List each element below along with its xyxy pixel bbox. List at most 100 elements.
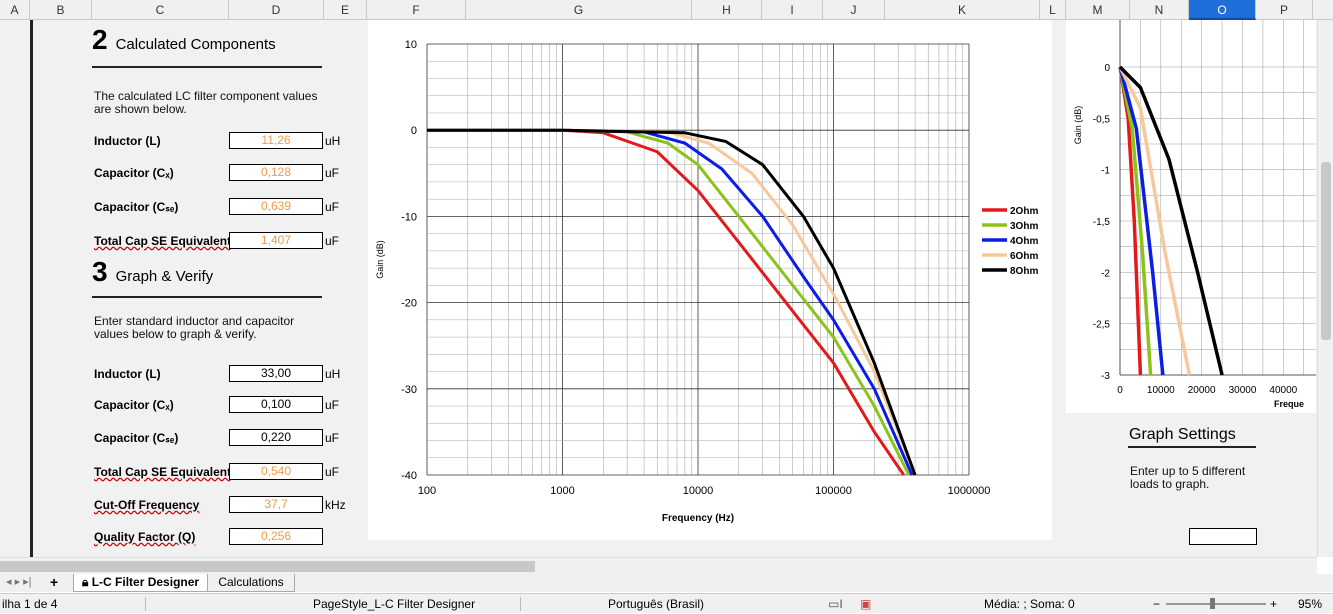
section3-value-cell-2[interactable]: 0,220 <box>229 429 323 446</box>
y-tick-label: -2 <box>1101 268 1110 279</box>
y-axis-label: Gain (dB) <box>1073 106 1083 145</box>
y-axis-label: Gain (dB) <box>375 240 385 279</box>
column-header-n[interactable]: N <box>1130 0 1189 20</box>
vertical-scroll-thumb[interactable] <box>1321 162 1331 340</box>
left-border <box>30 20 33 557</box>
y-tick-label: -10 <box>401 211 417 223</box>
section3-label-4: Cut-Off Frequency <box>94 498 200 512</box>
column-header-k[interactable]: K <box>885 0 1040 20</box>
section3-unit-2: uF <box>325 431 340 445</box>
status-bar: ilha 1 de 4 PageStyle_L-C Filter Designe… <box>0 593 1333 613</box>
tab-calculations[interactable]: Calculations <box>207 574 295 592</box>
column-header-b[interactable]: B <box>30 0 92 20</box>
section3-value-cell-0[interactable]: 33,00 <box>229 365 323 382</box>
column-header-d[interactable]: D <box>229 0 324 20</box>
section3-unit-4: kHz <box>325 498 346 512</box>
section2-label-0: Inductor (L) <box>94 134 161 148</box>
y-tick-label: -1 <box>1101 166 1110 177</box>
y-tick-label: -20 <box>401 298 417 310</box>
column-header-g[interactable]: G <box>466 0 692 20</box>
spreadsheet-area[interactable]: 2 Calculated Components The calculated LC… <box>0 20 1317 557</box>
horizontal-scrollbar[interactable] <box>0 557 1317 574</box>
column-header-f[interactable]: F <box>367 0 466 20</box>
section3-title: 3 Graph & Verify <box>92 256 214 287</box>
section2-unit-2: uF <box>325 200 340 214</box>
zoom-slider-handle[interactable] <box>1210 598 1215 609</box>
section2-label-2: Capacitor (Cₛₑ) <box>94 200 179 214</box>
section3-description: Enter standard inductor and capacitor val… <box>94 314 295 341</box>
legend-label-4ohm: 4Ohm <box>1010 236 1038 247</box>
section3-value-cell-5[interactable]: 0,256 <box>229 528 323 545</box>
section2-value-cell-3[interactable]: 1,407 <box>229 232 323 249</box>
section2-value-cell-2[interactable]: 0,639 <box>229 198 323 215</box>
column-header-e[interactable]: E <box>324 0 367 20</box>
column-header-j[interactable]: J <box>823 0 885 20</box>
zoom-level[interactable]: 95% <box>1298 594 1322 614</box>
column-header-bar: ABCDEFGHIJKLMNOP <box>0 0 1333 20</box>
bode-chart[interactable]: 10 0 -10 -20 -30 -40 100 1000 10000 100000 1000000… <box>368 20 1052 540</box>
section3-value-cell-3[interactable]: 0,540 <box>229 463 323 480</box>
tab-lc-filter-designer[interactable]: 🔒︎ L-C Filter Designer <box>73 574 209 592</box>
status-sheet: ilha 1 de 4 <box>2 597 58 611</box>
y-tick-label: 0 <box>411 125 417 137</box>
section2-rule <box>92 66 322 68</box>
section3-value-cell-4[interactable]: 37,7 <box>229 496 323 513</box>
legend-label-2ohm: 2Ohm <box>1010 206 1038 217</box>
section3-rule <box>92 296 322 298</box>
y-tick-label: -2,5 <box>1093 320 1111 331</box>
x-tick-label: 10000 <box>683 485 714 497</box>
section2-title: 2 Calculated Components <box>92 24 276 55</box>
column-header-a[interactable]: A <box>0 0 30 20</box>
section2-value-cell-1[interactable]: 0,128 <box>229 164 323 181</box>
x-tick-label: 20000 <box>1188 385 1216 396</box>
section3-unit-3: uF <box>325 465 340 479</box>
legend-label-8ohm: 8Ohm <box>1010 266 1038 277</box>
section3-label-0: Inductor (L) <box>94 367 161 381</box>
section3-value-cell-1[interactable]: 0,100 <box>229 396 323 413</box>
column-header-m[interactable]: M <box>1066 0 1130 20</box>
selection-mode-icon[interactable]: ▭I <box>828 594 843 614</box>
y-tick-label: -40 <box>401 470 417 482</box>
lock-icon: 🔒︎ <box>82 575 92 589</box>
x-tick-label: 0 <box>1117 385 1123 396</box>
zoom-slider[interactable] <box>1166 603 1266 605</box>
section2-unit-0: uH <box>325 134 341 148</box>
tab-nav-arrows-icon[interactable]: ◂ ▸ ▸| <box>6 575 32 588</box>
load-input-cell[interactable] <box>1189 528 1257 545</box>
x-axis-label: Frequency (Hz) <box>662 513 734 524</box>
section3-label-2: Capacitor (Cₛₑ) <box>94 431 179 445</box>
vertical-scrollbar[interactable] <box>1317 20 1333 557</box>
graph-settings-description: Enter up to 5 different loads to graph. <box>1130 464 1246 491</box>
legend-label-6ohm: 6Ohm <box>1010 251 1038 262</box>
column-header-h[interactable]: H <box>692 0 762 20</box>
x-tick-label: 40000 <box>1269 385 1297 396</box>
horizontal-scroll-thumb[interactable] <box>0 561 535 572</box>
y-tick-label: -1,5 <box>1093 217 1111 228</box>
column-header-l[interactable]: L <box>1040 0 1066 20</box>
linear-gain-chart[interactable]: 0 -0,5 -1 -1,5 -2 -2,5 -3 0 10000 20000 30000 40000… <box>1066 20 1316 413</box>
zoom-in-icon[interactable]: + <box>1270 594 1277 614</box>
y-tick-label: 10 <box>405 39 417 51</box>
column-header-i[interactable]: I <box>762 0 823 20</box>
status-separator <box>520 597 521 611</box>
column-header-c[interactable]: C <box>92 0 229 20</box>
graph-settings-title: Graph Settings <box>1129 426 1236 443</box>
column-header-p[interactable]: P <box>1256 0 1313 20</box>
x-tick-label: 30000 <box>1229 385 1257 396</box>
section2-value-cell-0[interactable]: 11,26 <box>229 132 323 149</box>
legend-label-3ohm: 3Ohm <box>1010 221 1038 232</box>
zoom-out-icon[interactable]: − <box>1153 594 1160 614</box>
x-tick-label: 100 <box>418 485 436 497</box>
graph-settings-rule <box>1128 446 1256 448</box>
section2-label-1: Capacitor (Cₓ) <box>94 166 174 180</box>
status-language[interactable]: Português (Brasil) <box>608 594 704 614</box>
y-tick-label: -30 <box>401 384 417 396</box>
section3-label-3: Total Cap SE Equivalent <box>94 465 232 479</box>
add-sheet-icon[interactable]: + <box>50 574 58 590</box>
status-page-style[interactable]: PageStyle_L-C Filter Designer <box>313 594 475 614</box>
section3-label-5: Quality Factor (Q) <box>94 530 196 544</box>
x-tick-label: 1000000 <box>948 485 991 497</box>
section3-unit-0: uH <box>325 367 341 381</box>
column-header-o[interactable]: O <box>1189 0 1256 20</box>
y-tick-label: 0 <box>1104 63 1110 74</box>
